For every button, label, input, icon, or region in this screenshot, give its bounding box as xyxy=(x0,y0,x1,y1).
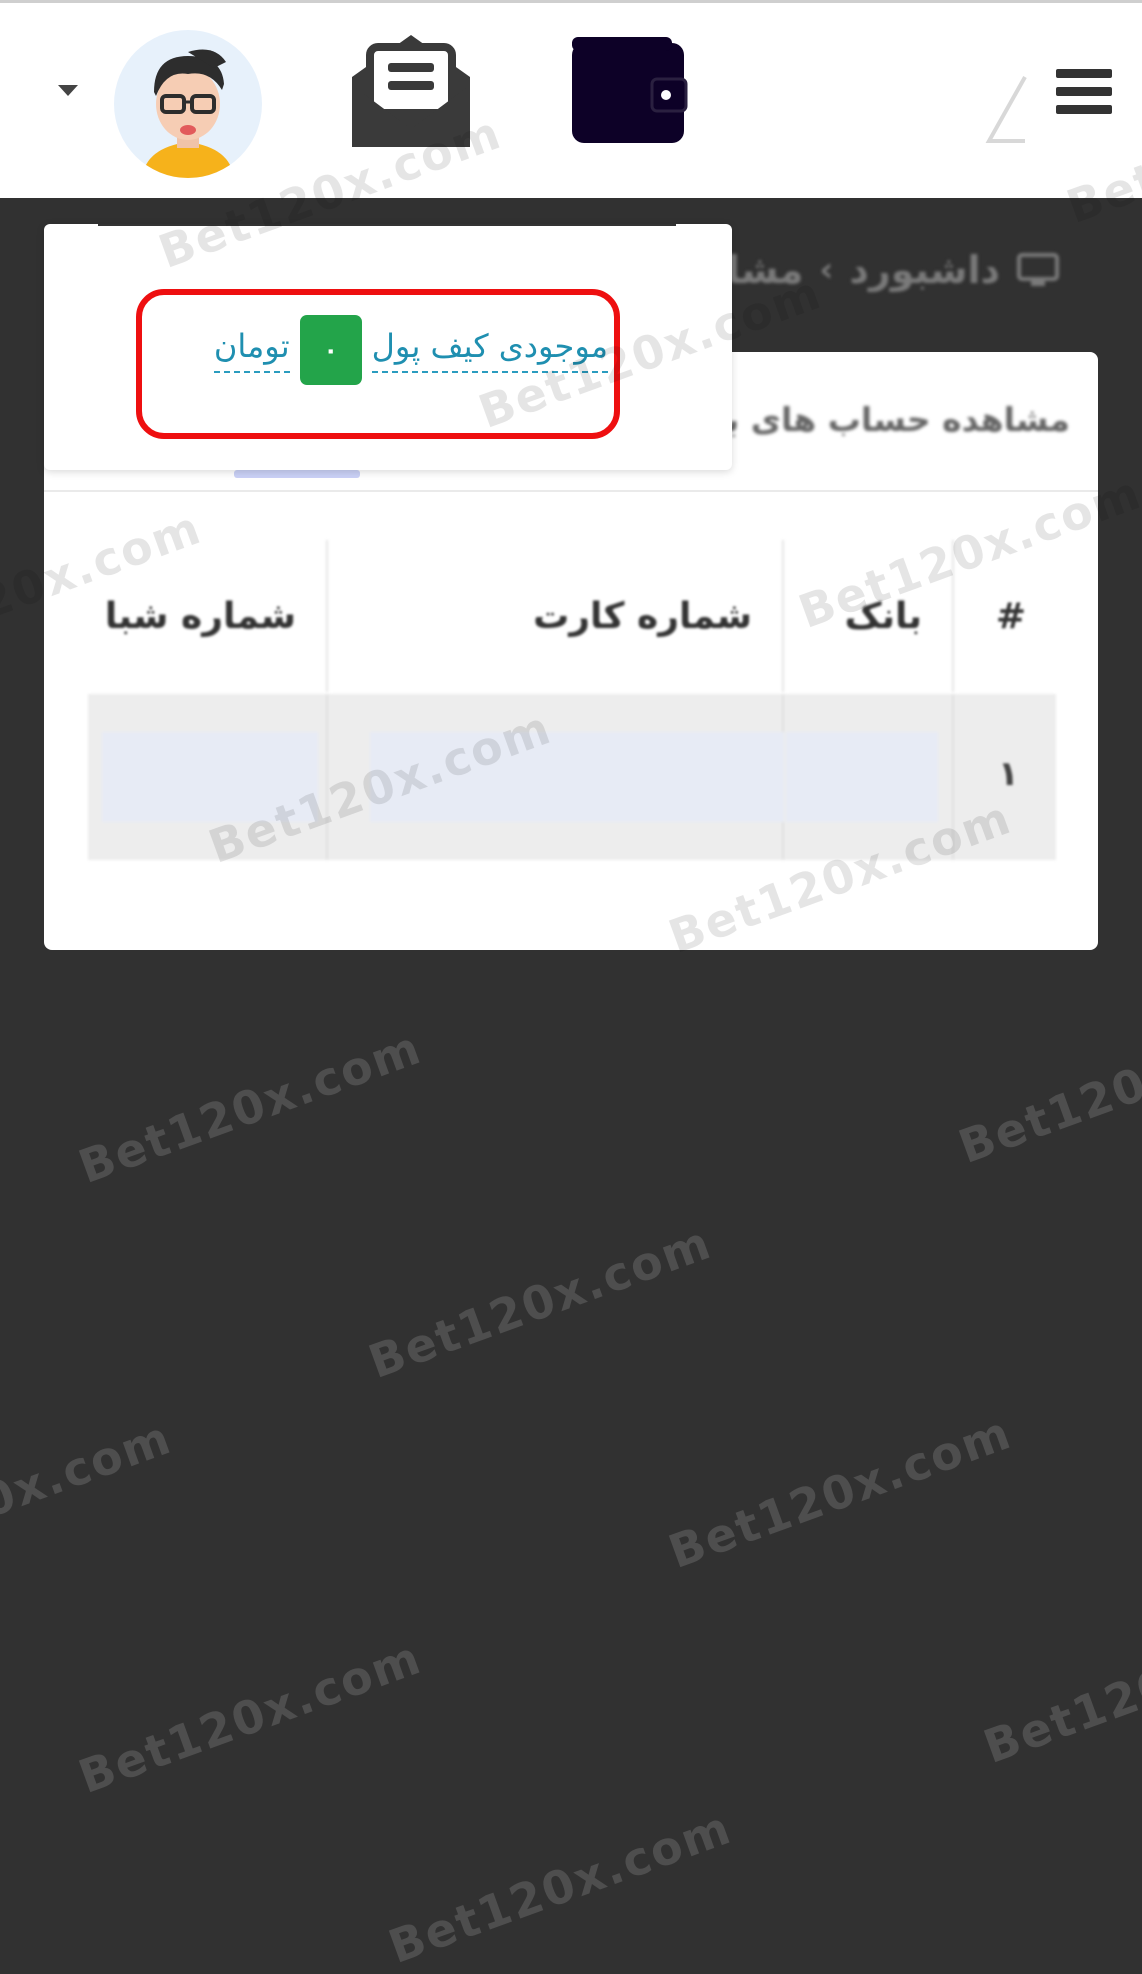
monitor-icon xyxy=(1017,253,1059,286)
row-index: ۱ xyxy=(998,754,1019,794)
dropdown-top-border xyxy=(98,224,676,226)
header-sheba: شماره شبا xyxy=(88,540,328,692)
watermark: Bet120x.com xyxy=(661,1405,1019,1579)
user-avatar[interactable] xyxy=(114,30,262,178)
watermark: Bet120x.com xyxy=(976,1600,1142,1774)
breadcrumb: داشبورد › مشا xyxy=(700,240,1060,300)
cell-sheba xyxy=(88,694,328,860)
breadcrumb-home[interactable]: داشبورد xyxy=(849,248,1000,292)
faint-triangle-icon xyxy=(985,76,1027,143)
cell-bank xyxy=(786,694,954,860)
watermark: Bet120x.com xyxy=(71,1020,429,1194)
hamburger-menu-icon[interactable] xyxy=(1056,69,1112,121)
bank-accounts-table: شماره شبا شماره کارت بانک # ۱ xyxy=(88,540,1056,860)
header-index: # xyxy=(956,540,1056,692)
header-bank: بانک xyxy=(786,540,954,692)
header-card-number: شماره کارت xyxy=(330,540,784,692)
top-header xyxy=(0,0,1142,198)
wallet-icon[interactable] xyxy=(566,33,690,147)
breadcrumb-separator: › xyxy=(819,250,834,290)
watermark: Bet120x.com xyxy=(951,1000,1142,1174)
masked-card-number xyxy=(370,732,784,822)
active-tab-indicator xyxy=(234,470,360,478)
envelope-letter-icon[interactable] xyxy=(344,25,478,153)
watermark: Bet120x.com xyxy=(381,1800,739,1974)
breadcrumb-current: مشا xyxy=(726,248,804,292)
cell-card-number xyxy=(330,694,784,860)
table-row: ۱ xyxy=(88,694,1056,860)
watermark: Bet120x.com xyxy=(71,1630,429,1804)
caret-down-icon[interactable] xyxy=(58,85,78,96)
masked-sheba xyxy=(102,732,318,822)
highlight-annotation xyxy=(136,289,620,439)
watermark: Bet120x.com xyxy=(0,1410,179,1584)
card-divider xyxy=(44,490,1098,492)
watermark: Bet120x.com xyxy=(361,1215,719,1389)
masked-bank xyxy=(786,732,938,822)
